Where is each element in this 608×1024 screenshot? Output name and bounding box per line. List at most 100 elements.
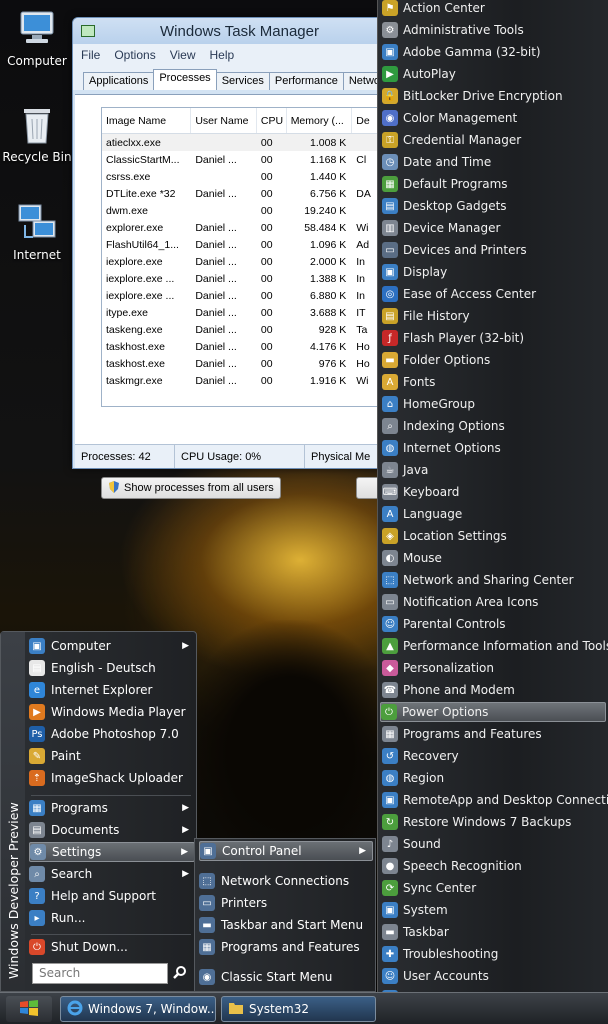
control-panel-item[interactable]: ▬ Folder Options: [382, 350, 606, 370]
start-search-input[interactable]: Search: [32, 963, 168, 984]
desktop-icon-computer[interactable]: Computer: [0, 8, 74, 68]
control-panel-item[interactable]: ◈ Location Settings: [382, 526, 606, 546]
control-panel-item[interactable]: ▥ Device Manager: [382, 218, 606, 238]
control-panel-item[interactable]: ⚙ Administrative Tools: [382, 20, 606, 40]
table-row[interactable]: taskeng.exe Daniel ... 00 928 K Ta: [102, 321, 390, 338]
table-row[interactable]: iexplore.exe ... Daniel ... 00 6.880 K In: [102, 287, 390, 304]
control-panel-item[interactable]: ◍ Region: [382, 768, 606, 788]
show-all-processes-button[interactable]: Show processes from all users: [101, 477, 281, 499]
start-menu-pinned-item[interactable]: ▶ Windows Media Player: [29, 702, 195, 722]
control-panel-item[interactable]: A Fonts: [382, 372, 606, 392]
menu-view[interactable]: View: [170, 48, 196, 62]
start-button[interactable]: [6, 996, 52, 1022]
control-panel-item[interactable]: ◎ Ease of Access Center: [382, 284, 606, 304]
start-menu-item[interactable]: ▸ Run...: [29, 908, 195, 928]
start-menu-item[interactable]: ⌕ Search ▶: [29, 864, 195, 884]
control-panel-item[interactable]: ⌕ Indexing Options: [382, 416, 606, 436]
task-manager-titlebar[interactable]: Windows Task Manager: [73, 18, 384, 44]
table-row[interactable]: iexplore.exe Daniel ... 00 2.000 K In: [102, 253, 390, 270]
control-panel-item[interactable]: ▣ System: [382, 900, 606, 920]
column-image-name[interactable]: Image Name: [102, 108, 192, 133]
column-cpu[interactable]: CPU: [257, 108, 287, 133]
control-panel-item[interactable]: ▦ Programs and Features: [382, 724, 606, 744]
table-row[interactable]: iexplore.exe ... Daniel ... 00 1.388 K In: [102, 270, 390, 287]
start-menu-item[interactable]: ▤ Documents ▶: [29, 820, 195, 840]
start-menu-pinned-item[interactable]: ⇡ ImageShack Uploader: [29, 768, 195, 788]
control-panel-item[interactable]: ⚑ Action Center: [382, 0, 606, 18]
control-panel-item[interactable]: ☺ User Accounts: [382, 966, 606, 986]
control-panel-item[interactable]: ↻ Restore Windows 7 Backups: [382, 812, 606, 832]
settings-submenu-item[interactable]: ▣ Control Panel ▶: [199, 841, 373, 861]
control-panel-item[interactable]: ▣ Display: [382, 262, 606, 282]
desktop-icon-internet[interactable]: Internet: [0, 202, 74, 262]
control-panel-item[interactable]: ☕ Java: [382, 460, 606, 480]
menu-help[interactable]: Help: [210, 48, 235, 62]
control-panel-item[interactable]: ▣ Adobe Gamma (32-bit): [382, 42, 606, 62]
control-panel-item[interactable]: ✚ Troubleshooting: [382, 944, 606, 964]
control-panel-item[interactable]: ⬚ Network and Sharing Center: [382, 570, 606, 590]
tab-services[interactable]: Services: [215, 72, 270, 90]
table-row[interactable]: DTLite.exe *32 Daniel ... 00 6.756 K DA: [102, 185, 390, 202]
settings-submenu-item[interactable]: ▬ Taskbar and Start Menu: [199, 915, 373, 935]
settings-submenu-item[interactable]: ▭ Printers: [199, 893, 373, 913]
task-manager-window[interactable]: Windows Task Manager File Options View H…: [72, 17, 392, 499]
shut-down-button[interactable]: ⏻ Shut Down...: [29, 937, 195, 957]
control-panel-item[interactable]: ▦ Default Programs: [382, 174, 606, 194]
control-panel-item[interactable]: ▣ RemoteApp and Desktop Connections: [382, 790, 608, 810]
control-panel-item[interactable]: ▤ File History: [382, 306, 606, 326]
table-row[interactable]: taskhost.exe Daniel ... 00 976 K Ho: [102, 355, 390, 372]
control-panel-item[interactable]: ↺ Recovery: [382, 746, 606, 766]
control-panel-item[interactable]: ▲ Performance Information and Tools: [382, 636, 608, 656]
control-panel-item[interactable]: ⟳ Sync Center: [382, 878, 606, 898]
menu-options[interactable]: Options: [114, 48, 155, 62]
start-menu-item[interactable]: ⚙ Settings ▶: [29, 842, 195, 862]
desktop-icon-recycle-bin[interactable]: Recycle Bin: [0, 104, 74, 164]
settings-submenu-item[interactable]: ▦ Programs and Features: [199, 937, 373, 957]
menu-file[interactable]: File: [81, 48, 100, 62]
process-table[interactable]: Image Name User Name CPU Memory (... De …: [101, 107, 391, 407]
start-menu-pinned-item[interactable]: e Internet Explorer: [29, 680, 195, 700]
control-panel-item[interactable]: ⌨ Keyboard: [382, 482, 606, 502]
control-panel-item[interactable]: ▶ AutoPlay: [382, 64, 606, 84]
table-row[interactable]: FlashUtil64_1... Daniel ... 00 1.096 K Ad: [102, 236, 390, 253]
table-row[interactable]: csrss.exe 00 1.440 K: [102, 168, 390, 185]
taskbar-button-ie[interactable]: Windows 7, Window...: [60, 996, 216, 1022]
control-panel-item[interactable]: ⌂ HomeGroup: [382, 394, 606, 414]
start-menu-pinned-item[interactable]: Ps Adobe Photoshop 7.0: [29, 724, 195, 744]
control-panel-item[interactable]: ▭ Notification Area Icons: [382, 592, 606, 612]
table-row[interactable]: taskhost.exe Daniel ... 00 4.176 K Ho: [102, 338, 390, 355]
column-user-name[interactable]: User Name: [191, 108, 257, 133]
tab-applications[interactable]: Applications: [83, 72, 155, 90]
control-panel-item[interactable]: ▬ Taskbar: [382, 922, 606, 942]
start-menu-pinned-item[interactable]: ▤ English - Deutsch: [29, 658, 195, 678]
table-row[interactable]: dwm.exe 00 19.240 K: [102, 202, 390, 219]
control-panel-item[interactable]: ▭ Devices and Printers: [382, 240, 606, 260]
control-panel-item[interactable]: ◷ Date and Time: [382, 152, 606, 172]
control-panel-item[interactable]: 🔒 BitLocker Drive Encryption: [382, 86, 606, 106]
table-row[interactable]: atieclxx.exe 00 1.008 K: [102, 134, 390, 151]
tab-performance[interactable]: Performance: [268, 72, 344, 90]
control-panel-item[interactable]: ƒ Flash Player (32-bit): [382, 328, 606, 348]
control-panel-item[interactable]: ◐ Mouse: [382, 548, 606, 568]
control-panel-item[interactable]: ☎ Phone and Modem: [382, 680, 606, 700]
control-panel-item[interactable]: ♪ Sound: [382, 834, 606, 854]
start-menu-item[interactable]: ▦ Programs ▶: [29, 798, 195, 818]
taskbar-button-system32[interactable]: System32: [221, 996, 376, 1022]
control-panel-item[interactable]: ● Speech Recognition: [382, 856, 606, 876]
start-menu-item[interactable]: ? Help and Support: [29, 886, 195, 906]
tab-processes[interactable]: Processes: [153, 69, 217, 90]
settings-submenu-item[interactable]: ⬚ Network Connections: [199, 871, 373, 891]
control-panel-item[interactable]: ☺ Parental Controls: [382, 614, 606, 634]
control-panel-item[interactable]: ⏻ Power Options: [380, 702, 606, 722]
control-panel-item[interactable]: ▤ Desktop Gadgets: [382, 196, 606, 216]
control-panel-item[interactable]: ◍ Internet Options: [382, 438, 606, 458]
start-menu-pinned-item[interactable]: ▣ Computer ▶: [29, 636, 195, 656]
settings-submenu-item[interactable]: ◉ Classic Start Menu: [199, 967, 373, 987]
control-panel-item[interactable]: A Language: [382, 504, 606, 524]
table-row[interactable]: ClassicStartM... Daniel ... 00 1.168 K Cl: [102, 151, 390, 168]
column-memory[interactable]: Memory (...: [287, 108, 353, 133]
table-row[interactable]: taskmgr.exe Daniel ... 00 1.916 K Wi: [102, 372, 390, 389]
search-icon[interactable]: [172, 965, 188, 981]
control-panel-item[interactable]: ⚿ Credential Manager: [382, 130, 606, 150]
control-panel-item[interactable]: ◉ Color Management: [382, 108, 606, 128]
